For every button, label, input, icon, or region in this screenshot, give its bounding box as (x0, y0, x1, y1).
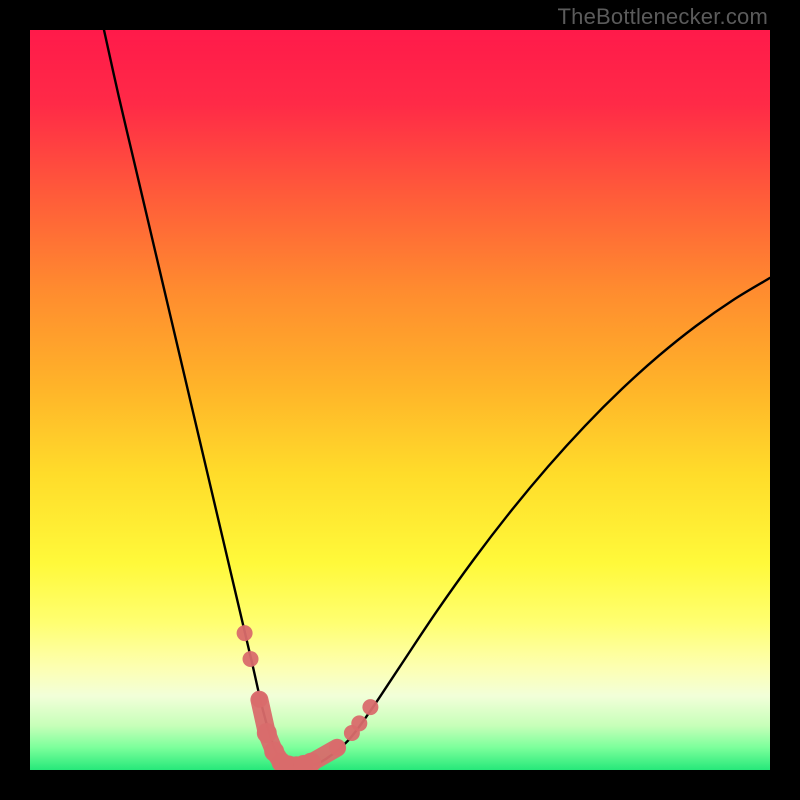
highlight-node (329, 740, 345, 756)
bottleneck-curve (104, 30, 770, 767)
chart-frame: TheBottlenecker.com (0, 0, 800, 800)
highlight-node (237, 625, 253, 641)
highlight-node (251, 692, 267, 708)
watermark-text: TheBottlenecker.com (558, 4, 768, 30)
highlight-node (257, 723, 277, 743)
plot-area (30, 30, 770, 770)
highlight-node (362, 699, 378, 715)
bottleneck-chart (30, 30, 770, 770)
highlight-node (243, 651, 259, 667)
highlight-node (351, 715, 367, 731)
